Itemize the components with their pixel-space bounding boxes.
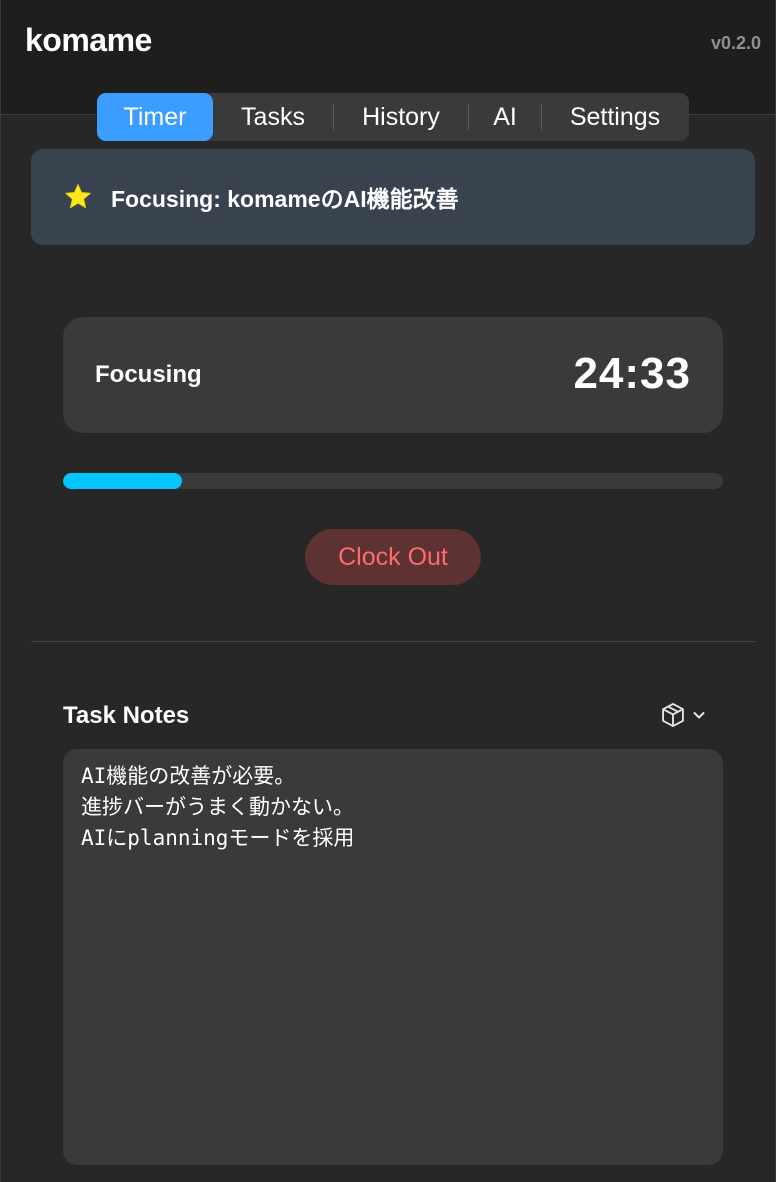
- task-notes-textarea[interactable]: AI機能の改善が必要。進捗バーがうまく動かない。 AIにplanningモードを採…: [63, 749, 723, 1165]
- cube-icon: [659, 701, 687, 734]
- timer-countdown: 24:33: [573, 349, 691, 398]
- star-icon: [63, 182, 93, 212]
- version-label: v0.2.0: [710, 33, 761, 53]
- app-title: komame: [25, 22, 152, 58]
- tab-ai[interactable]: AI: [469, 93, 541, 141]
- app-window: komame v0.2.0 Timer Tasks History AI Set…: [0, 0, 776, 1182]
- section-divider: [31, 641, 755, 642]
- notes-line: AI機能の改善が必要。: [81, 764, 296, 788]
- focus-task-text: Focusing: komameのAI機能改善: [111, 186, 459, 212]
- tab-timer[interactable]: Timer: [97, 93, 213, 141]
- progress-bar: [63, 473, 723, 489]
- tab-history[interactable]: History: [334, 93, 468, 141]
- notes-line: 進捗バーがうまく動かない。: [81, 795, 354, 819]
- tab-tasks[interactable]: Tasks: [213, 93, 333, 141]
- clock-out-button[interactable]: Clock Out: [305, 529, 481, 585]
- notes-menu-button[interactable]: [659, 701, 715, 733]
- focus-banner: Focusing: komameのAI機能改善: [31, 149, 755, 245]
- notes-line: AIにplanningモードを採用: [81, 826, 355, 850]
- task-notes-title: Task Notes: [63, 702, 190, 729]
- progress-bar-fill: [63, 473, 182, 489]
- chevron-down-icon: [691, 707, 707, 728]
- timer-card: Focusing 24:33: [63, 317, 723, 433]
- tab-bar: Timer Tasks History AI Settings: [97, 93, 689, 141]
- tab-settings[interactable]: Settings: [542, 93, 688, 141]
- timer-state-label: Focusing: [95, 361, 202, 388]
